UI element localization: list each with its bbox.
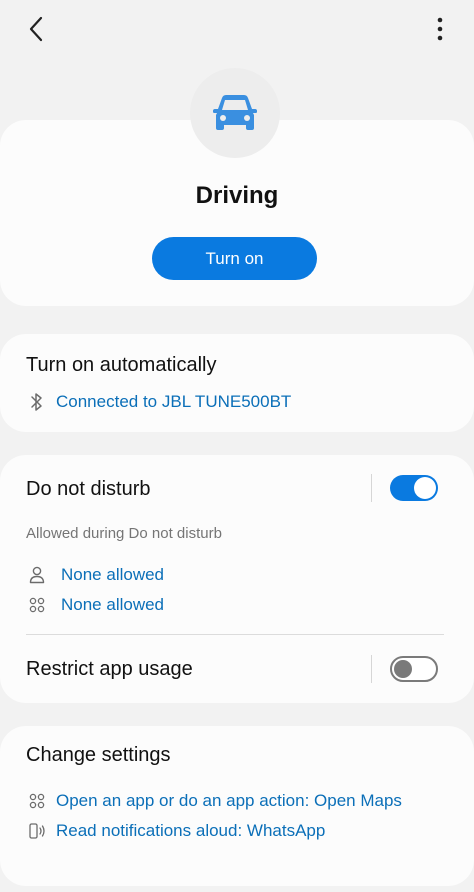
open-app-text: Open an app or do an app action: Open Ma… — [56, 791, 402, 810]
turn-on-button[interactable]: Turn on — [152, 237, 317, 280]
change-settings-card[interactable]: Change settings Open an app or do an app… — [0, 726, 474, 886]
apps-allowed-row[interactable]: None allowed — [26, 593, 164, 617]
do-not-disturb-toggle[interactable] — [390, 475, 438, 501]
back-button[interactable] — [20, 12, 52, 46]
top-app-bar — [0, 0, 474, 60]
turn-on-automatically-title: Turn on automatically — [26, 354, 217, 376]
read-notifications-text: Read notifications aloud: WhatsApp — [56, 821, 326, 840]
change-settings-title: Change settings — [26, 744, 171, 766]
chevron-left-icon — [29, 16, 43, 42]
connection-row: Connected to JBL TUNE500BT — [26, 390, 291, 414]
car-icon — [213, 95, 257, 130]
do-not-disturb-title[interactable]: Do not disturb — [26, 478, 151, 501]
do-not-disturb-card: Do not disturb Allowed during Do not dis… — [0, 455, 474, 703]
toggle-knob — [414, 477, 436, 499]
apps-grid-icon — [26, 790, 48, 812]
more-options-button[interactable] — [430, 12, 450, 46]
toggle-knob — [394, 660, 412, 678]
bluetooth-icon — [26, 391, 48, 413]
people-allowed-text: None allowed — [61, 565, 165, 584]
restrict-app-usage-switch-area — [371, 655, 438, 683]
turn-on-automatically-card[interactable]: Turn on automatically Connected to JBL T… — [0, 334, 474, 432]
restrict-app-usage-toggle[interactable] — [390, 656, 438, 682]
open-app-row: Open an app or do an app action: Open Ma… — [26, 789, 402, 813]
restrict-app-usage-title[interactable]: Restrict app usage — [26, 658, 193, 681]
switch-divider — [371, 655, 372, 683]
person-icon — [26, 564, 48, 586]
section-divider — [26, 634, 444, 635]
phone-speaker-icon — [26, 820, 48, 842]
apps-allowed-text: None allowed — [61, 595, 165, 614]
connection-text: Connected to JBL TUNE500BT — [56, 392, 292, 411]
apps-grid-icon — [26, 594, 48, 616]
read-notifications-row: Read notifications aloud: WhatsApp — [26, 819, 325, 843]
mode-title: Driving — [195, 182, 279, 209]
people-allowed-row[interactable]: None allowed — [26, 563, 164, 587]
switch-divider — [371, 474, 372, 502]
do-not-disturb-switch-area — [371, 474, 438, 502]
mode-icon-circle — [190, 68, 280, 158]
more-vertical-icon — [437, 17, 443, 41]
allowed-during-label: Allowed during Do not disturb — [26, 525, 222, 542]
